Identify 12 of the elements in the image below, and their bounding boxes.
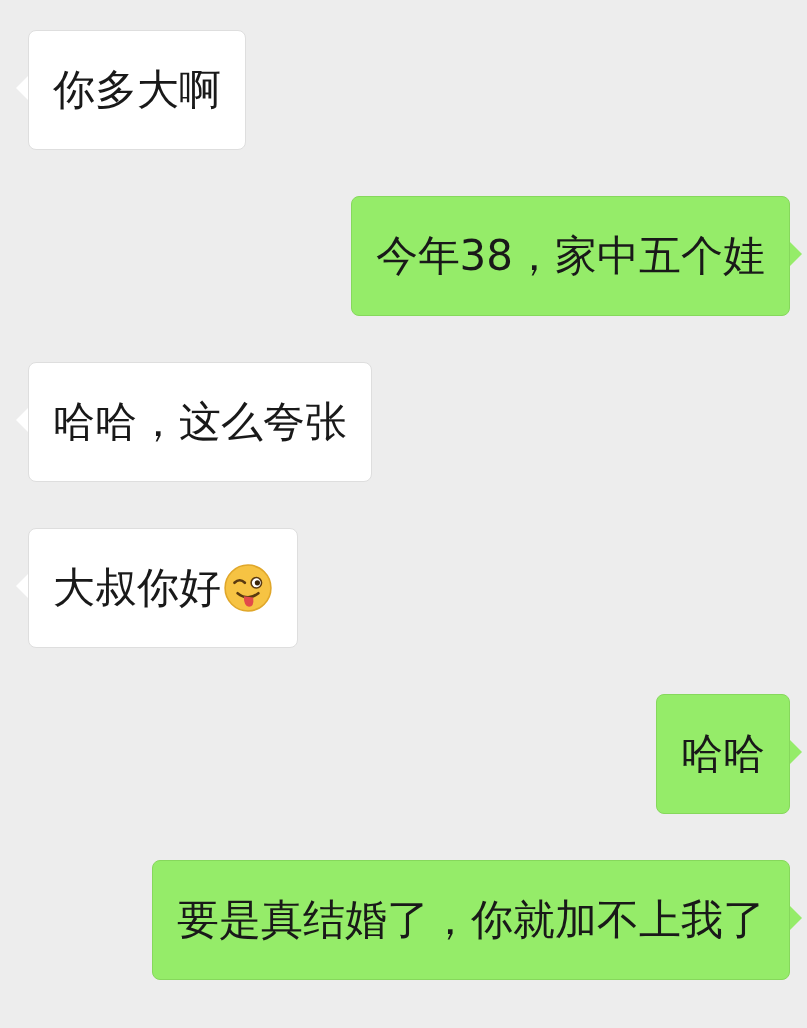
bubble-tail: [16, 408, 28, 432]
message-bubble: 要是真结婚了，你就加不上我了: [152, 860, 790, 980]
message-bubble: 今年38，家中五个娃: [350, 196, 790, 316]
bubble-tail: [16, 76, 28, 100]
message-bubble: 你多大啊: [28, 30, 246, 150]
bubble-tail: [790, 242, 802, 266]
bubble-tail: [790, 740, 802, 764]
message-bubble: 大叔你好: [28, 528, 298, 648]
message-bubble: 哈哈: [656, 694, 790, 814]
bubble-tail: [16, 574, 28, 598]
bubble-tail: [790, 906, 802, 930]
message-bubble: 哈哈，这么夸张: [28, 362, 372, 482]
